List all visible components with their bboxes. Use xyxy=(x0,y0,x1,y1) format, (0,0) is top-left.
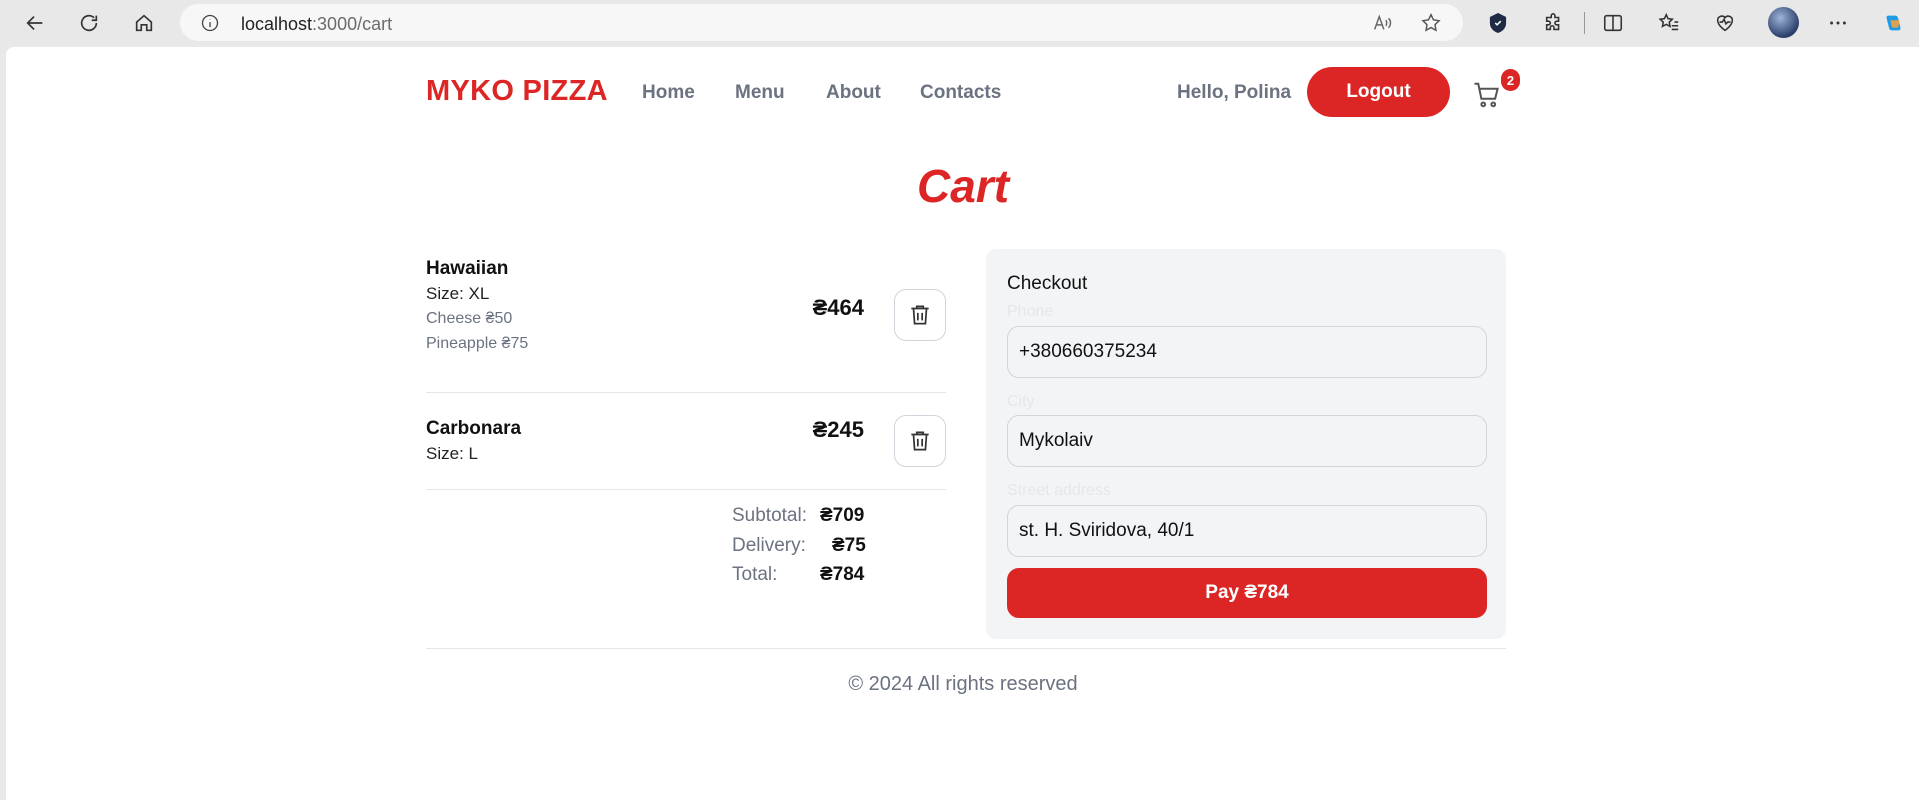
favorites-list-icon xyxy=(1658,12,1679,31)
item-price: ₴464 xyxy=(812,295,864,320)
remove-item-button[interactable] xyxy=(894,289,946,341)
read-aloud-icon[interactable] xyxy=(1371,12,1393,34)
back-button[interactable] xyxy=(18,6,52,40)
pay-button[interactable]: Pay ₴784 xyxy=(1007,568,1487,618)
item-price: ₴245 xyxy=(812,417,864,442)
copilot-button[interactable] xyxy=(1879,8,1909,38)
shield-extension-icon xyxy=(1489,12,1507,33)
cart-item-carbonara: Carbonara Size: L ₴245 xyxy=(426,393,946,490)
more-dots-icon xyxy=(1830,21,1846,25)
browser-essentials-button[interactable] xyxy=(1710,8,1740,38)
split-screen-icon xyxy=(1603,14,1623,32)
item-size: Size: L xyxy=(426,444,478,463)
extensions-button[interactable] xyxy=(1539,8,1569,38)
favorite-star-icon[interactable] xyxy=(1420,12,1442,34)
copilot-icon xyxy=(1886,15,1901,31)
total-value: ₴784 xyxy=(820,564,865,585)
cart-item-list: Hawaiian Size: XL Cheese ₴50 Pineapple ₴… xyxy=(426,246,946,590)
item-name: Carbonara xyxy=(426,418,522,439)
refresh-button[interactable] xyxy=(72,6,106,40)
split-screen-button[interactable] xyxy=(1598,8,1628,38)
total-label: Total: xyxy=(732,564,778,585)
url-text[interactable]: localhost:3000/cart xyxy=(241,14,392,35)
subtotal-label: Subtotal: xyxy=(732,505,807,526)
home-button[interactable] xyxy=(127,6,161,40)
street-address-label: Street address xyxy=(1007,482,1112,499)
checkout-title: Checkout xyxy=(1007,273,1088,294)
favorites-button[interactable] xyxy=(1654,8,1684,38)
item-topping: Cheese ₴50 xyxy=(426,310,513,327)
site-logo[interactable]: MYKO PIZZA xyxy=(426,75,608,108)
street-address-input[interactable] xyxy=(1007,505,1487,557)
url-host: localhost xyxy=(241,14,313,34)
address-bar[interactable]: localhost:3000/cart xyxy=(180,4,1463,41)
cart-item-hawaiian: Hawaiian Size: XL Cheese ₴50 Pineapple ₴… xyxy=(426,246,946,393)
footer-divider xyxy=(426,648,1506,649)
delivery-label: Delivery: xyxy=(732,535,806,556)
toolbar-divider xyxy=(1584,12,1585,34)
nav-home-link[interactable]: Home xyxy=(642,82,695,104)
remove-item-button[interactable] xyxy=(894,415,946,467)
city-label: City xyxy=(1007,393,1035,410)
phone-input[interactable] xyxy=(1007,326,1487,378)
home-icon xyxy=(135,14,153,32)
order-summary: Subtotal: ₴709 Delivery: ₴75 Total: ₴784 xyxy=(426,490,946,590)
item-name: Hawaiian xyxy=(426,258,509,279)
footer-copyright: © 2024 All rights reserved xyxy=(848,673,1078,695)
item-size: Size: XL xyxy=(426,284,490,303)
more-menu-button[interactable] xyxy=(1823,8,1853,38)
trash-icon xyxy=(911,305,929,325)
info-icon[interactable] xyxy=(200,13,220,33)
extension-shield-button[interactable] xyxy=(1483,8,1513,38)
puzzle-icon xyxy=(1545,13,1560,31)
page-title: Cart xyxy=(916,160,1010,212)
nav-menu-link[interactable]: Menu xyxy=(735,82,785,104)
profile-avatar[interactable] xyxy=(1768,7,1799,38)
refresh-icon xyxy=(80,14,98,32)
url-path: :3000/cart xyxy=(312,14,393,34)
page-viewport: MYKO PIZZA Home Menu About Contacts Hell… xyxy=(6,47,1919,800)
trash-icon xyxy=(911,431,929,451)
user-greeting: Hello, Polina xyxy=(1177,82,1292,103)
nav-about-link[interactable]: About xyxy=(826,82,881,104)
checkout-panel: Checkout Phone City Street address Pay ₴… xyxy=(986,249,1506,639)
heart-pulse-icon xyxy=(1716,15,1734,32)
city-input[interactable] xyxy=(1007,415,1487,467)
item-topping: Pineapple ₴75 xyxy=(426,335,529,352)
logout-button[interactable]: Logout xyxy=(1307,67,1450,117)
phone-label: Phone xyxy=(1007,303,1054,320)
subtotal-value: ₴709 xyxy=(820,505,865,526)
browser-toolbar: localhost:3000/cart xyxy=(0,0,1919,46)
cart-button[interactable] xyxy=(1472,80,1502,110)
cart-count-badge: 2 xyxy=(1501,69,1520,91)
delivery-value: ₴75 xyxy=(832,535,866,556)
nav-contacts-link[interactable]: Contacts xyxy=(920,82,1001,104)
shopping-cart-icon xyxy=(1474,82,1499,108)
back-arrow-icon xyxy=(26,15,43,31)
